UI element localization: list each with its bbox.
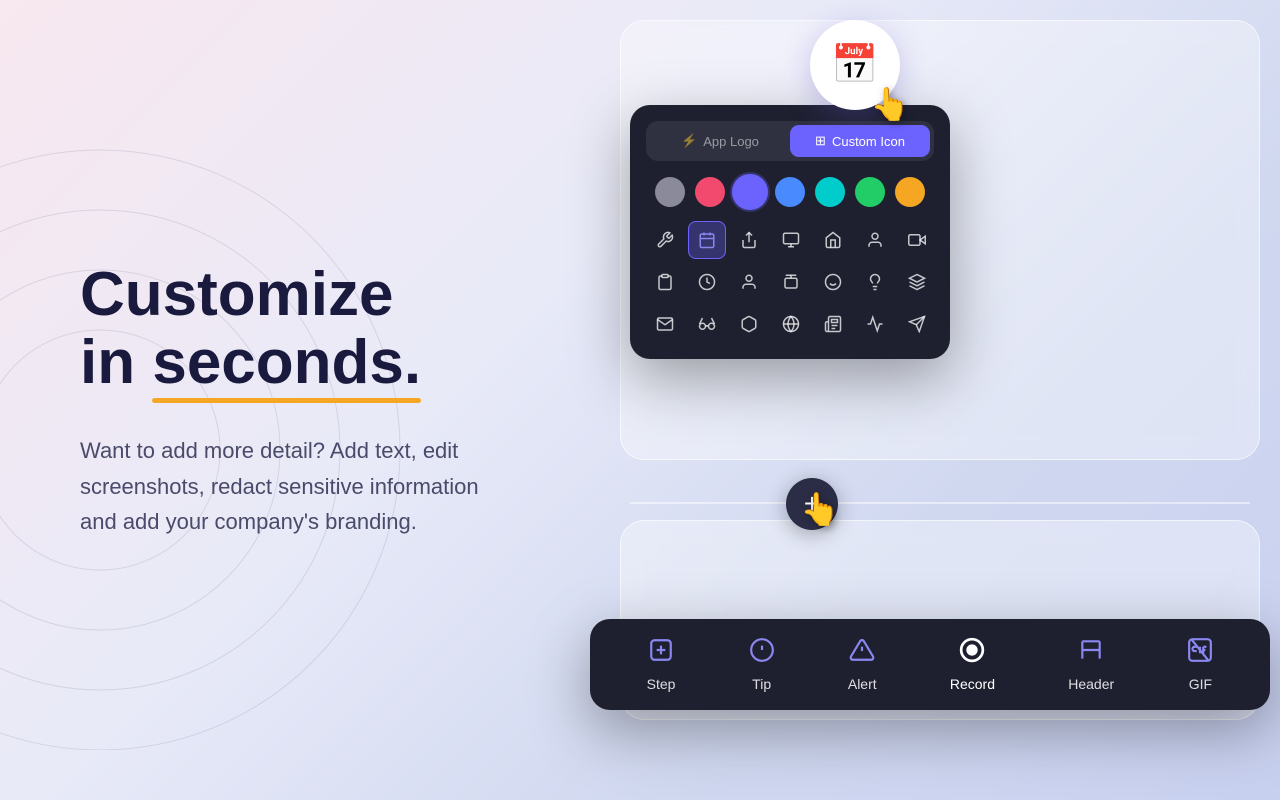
icon-newspaper[interactable] [814,305,852,343]
toolbar-record-label: Record [950,676,995,692]
toolbar-item-tip[interactable]: Tip [737,633,787,696]
headline-underline-word: seconds. [152,329,421,397]
picker-tabs: ⚡ App Logo ⊞ Custom Icon [646,121,934,161]
icon-layers[interactable] [898,263,936,301]
icon-monitor[interactable] [772,221,810,259]
record-icon [959,637,985,670]
left-panel: Customize in seconds. Want to add more d… [0,201,540,599]
headline: Customize in seconds. [80,261,480,397]
icon-mail[interactable] [646,305,684,343]
toolbar-item-record[interactable]: Record [938,633,1007,696]
toolbar-item-step[interactable]: Step [635,633,688,696]
step-icon [648,637,674,670]
icon-globe[interactable] [772,305,810,343]
icon-chart[interactable] [856,305,894,343]
app-logo-icon: ⚡ [681,133,697,149]
color-purple[interactable] [735,177,765,207]
icon-glasses[interactable] [688,305,726,343]
icon-plane[interactable] [730,305,768,343]
toolbar: Step Tip Alert Record [590,619,1270,710]
toolbar-item-header[interactable]: Header [1056,633,1126,696]
toolbar-tip-label: Tip [752,676,771,692]
toolbar-alert-label: Alert [848,676,877,692]
tip-icon [749,637,775,670]
toolbar-item-gif[interactable]: GIF [1175,633,1225,696]
color-pink[interactable] [695,177,725,207]
icon-calendar[interactable] [688,221,726,259]
subtext: Want to add more detail? Add text, edit … [80,433,480,539]
right-panel: 📅 👆 ⚡ App Logo ⊞ Custom Icon [540,0,1280,800]
icon-timer[interactable] [772,263,810,301]
tab-app-logo-label: App Logo [703,134,759,149]
color-blue[interactable] [775,177,805,207]
icon-send[interactable] [898,305,936,343]
icon-emoji[interactable] [814,263,852,301]
icon-share[interactable] [730,221,768,259]
icon-clipboard[interactable] [646,263,684,301]
icon-wrench[interactable] [646,221,684,259]
tab-app-logo[interactable]: ⚡ App Logo [650,125,790,157]
toolbar-step-label: Step [647,676,676,692]
icon-bulb[interactable] [856,263,894,301]
floating-calendar-icon: 📅 [810,20,900,110]
icon-home[interactable] [814,221,852,259]
tab-custom-icon[interactable]: ⊞ Custom Icon [790,125,930,157]
add-block-button[interactable]: + [786,478,838,530]
toolbar-item-alert[interactable]: Alert [836,633,889,696]
icon-grid [646,221,934,343]
icon-contact[interactable] [730,263,768,301]
tab-custom-icon-label: Custom Icon [832,134,905,149]
icon-clock[interactable] [688,263,726,301]
gif-icon [1187,637,1213,670]
color-green[interactable] [855,177,885,207]
icon-picker-panel: ⚡ App Logo ⊞ Custom Icon [630,105,950,359]
toolbar-header-label: Header [1068,676,1114,692]
icon-video[interactable] [898,221,936,259]
alert-icon [849,637,875,670]
header-icon [1078,637,1104,670]
toolbar-gif-label: GIF [1189,676,1212,692]
color-orange[interactable] [895,177,925,207]
color-gray[interactable] [655,177,685,207]
custom-icon-icon: ⊞ [815,133,826,149]
color-teal[interactable] [815,177,845,207]
headline-line1: Customize [80,260,393,329]
divider-line [630,502,1250,504]
color-selector-row [646,177,934,207]
headline-line2: in [80,328,135,397]
icon-user[interactable] [856,221,894,259]
